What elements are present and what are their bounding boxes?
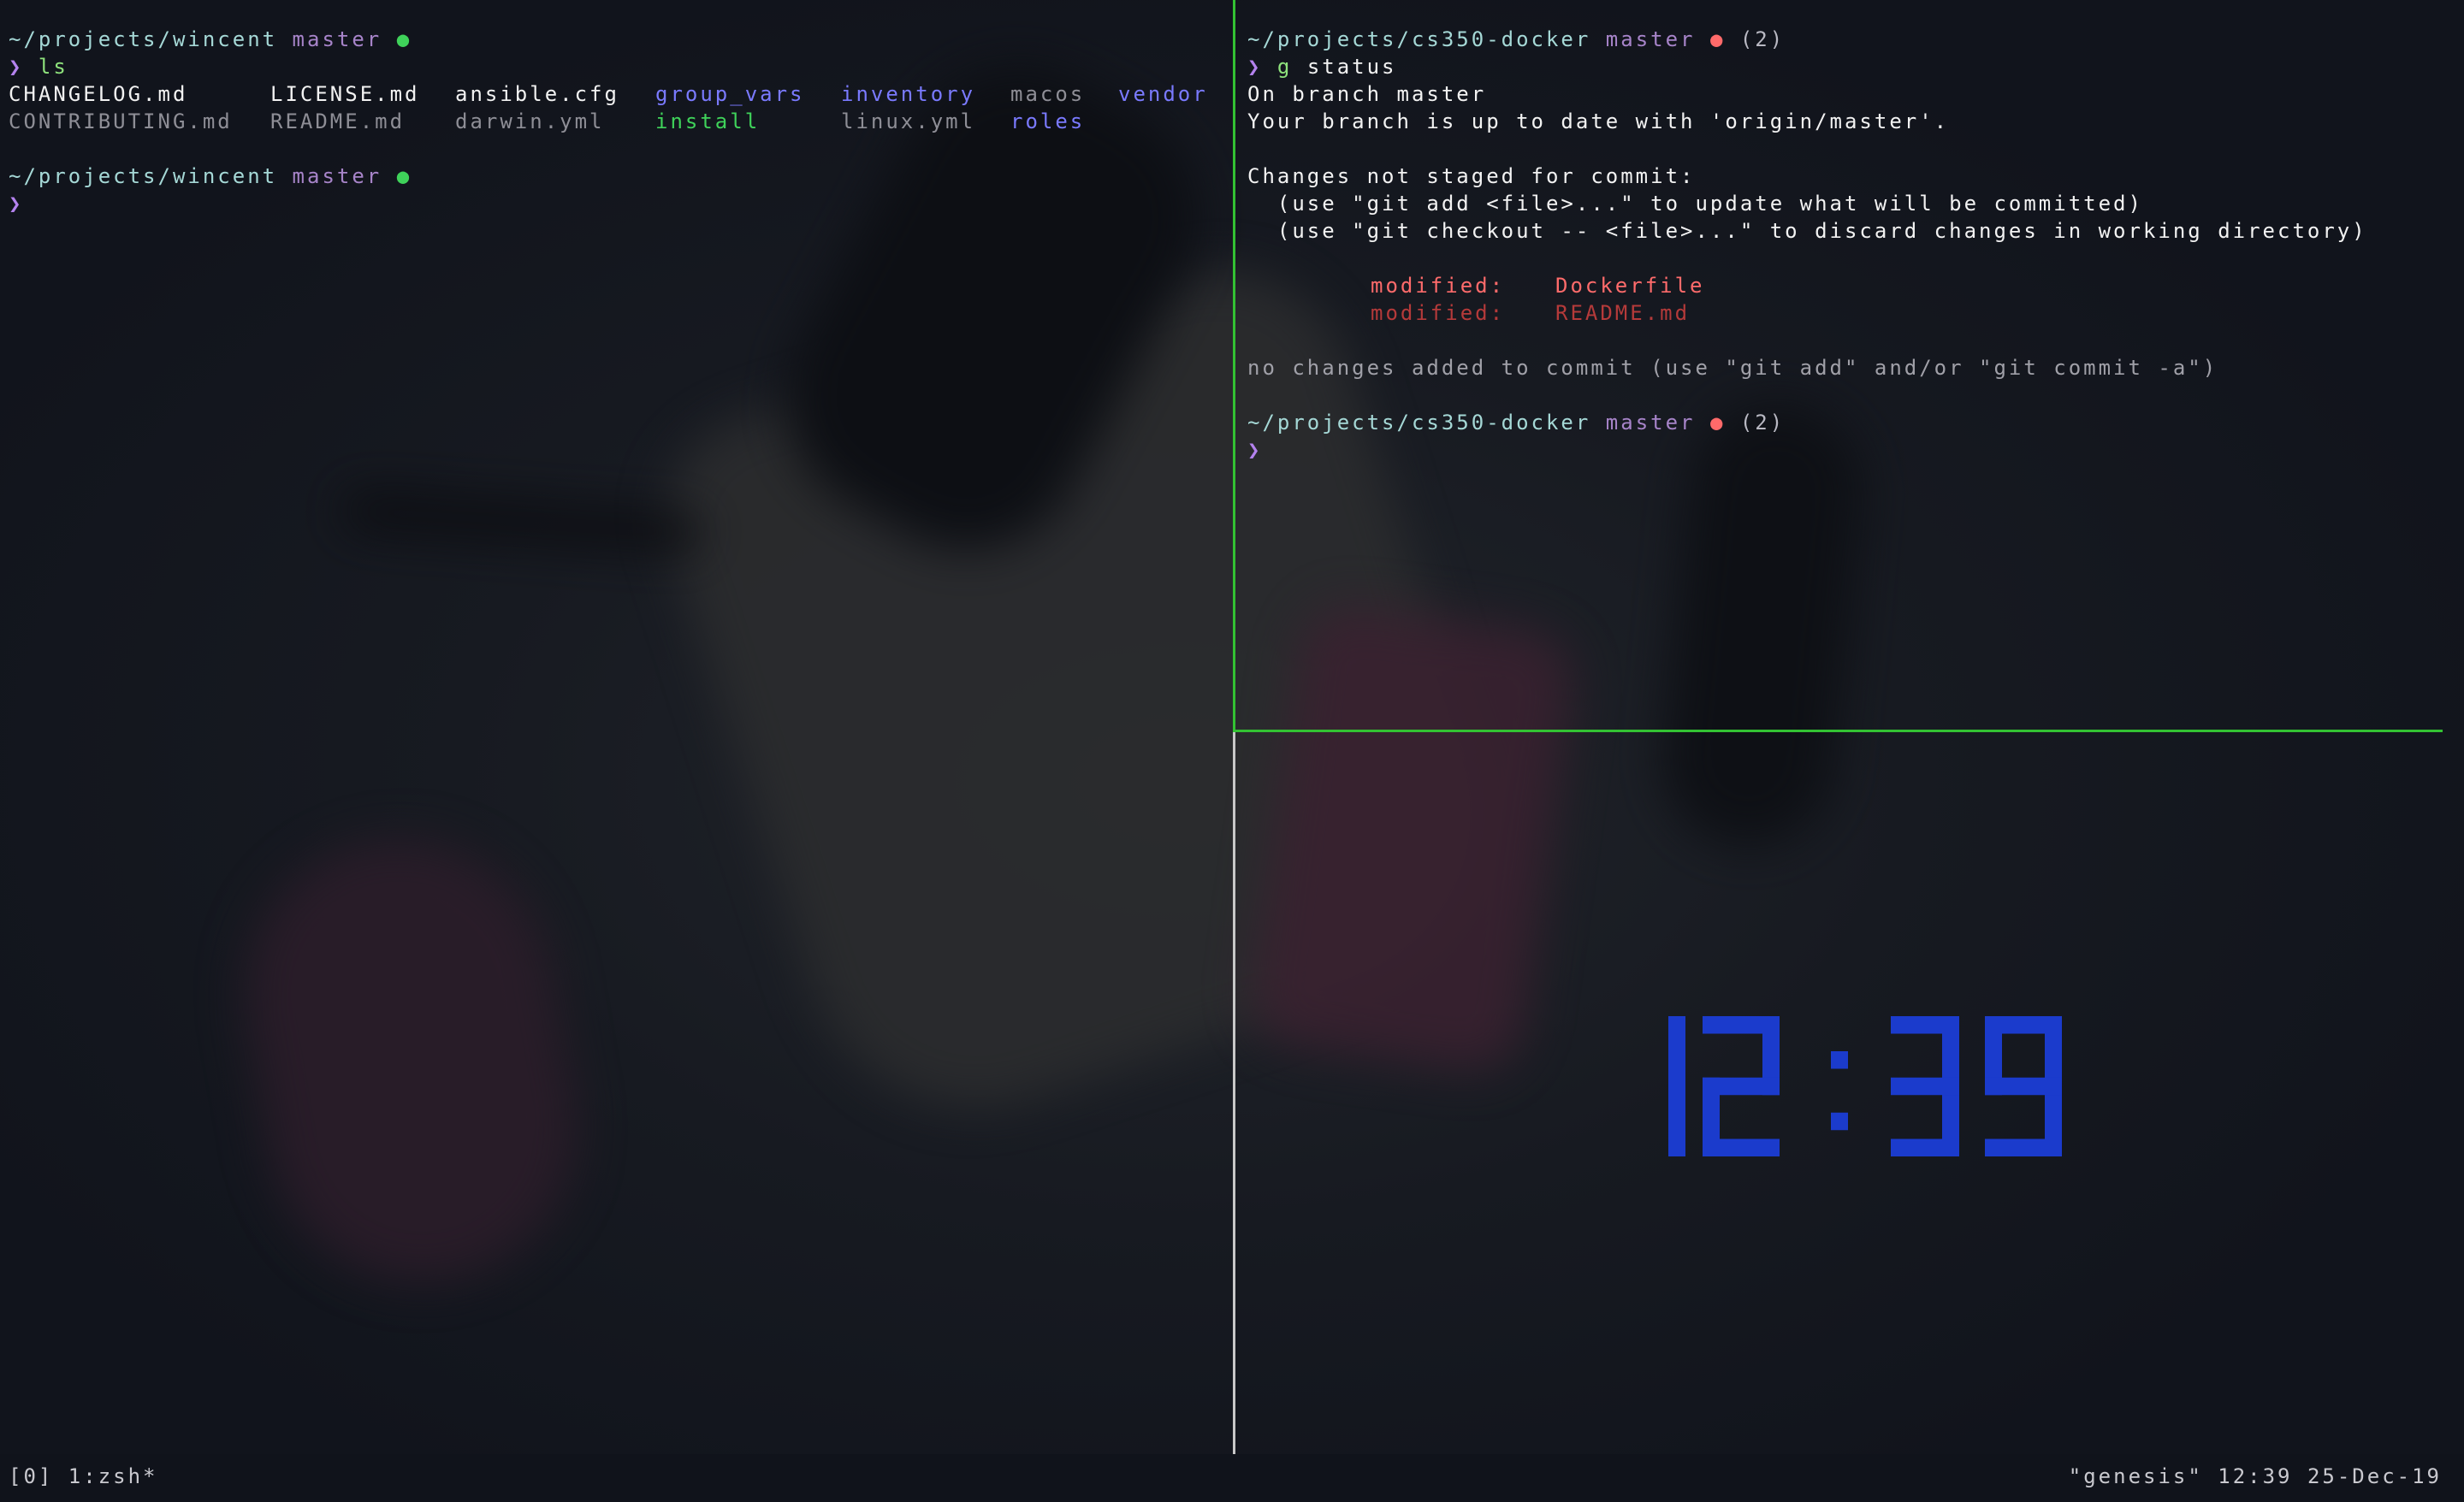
tmux-clock (1668, 1016, 2062, 1156)
prompt-caret: ❯ (1247, 438, 1263, 462)
shell-prompt: ~/projects/cs350-docker master ● (2) (1239, 26, 2454, 53)
ls-file: ansible.cfg (455, 82, 619, 106)
git-output-line: On branch master (1247, 82, 1487, 106)
command-line-active[interactable]: ❯ (0, 190, 1230, 217)
prompt-branch: master (1605, 27, 1696, 51)
git-clean-indicator: ● (396, 164, 412, 188)
modified-label: modified: (1371, 301, 1506, 325)
git-dirty-indicator: ● (1709, 411, 1726, 435)
clock-digits (1668, 1016, 2062, 1156)
prompt-branch: master (292, 164, 382, 188)
git-modified-line: modified: Dockerfile (1239, 272, 2454, 299)
prompt-branch: master (1605, 411, 1696, 435)
prompt-path: ~/projects/cs350-docker (1247, 411, 1591, 435)
command-name: g (1276, 55, 1293, 79)
git-output-line: Changes not staged for commit: (1247, 164, 1696, 188)
prompt-path: ~/projects/wincent (9, 27, 278, 51)
ls-directory: inventory (841, 82, 976, 106)
prompt-caret: ❯ (1247, 55, 1263, 79)
status-host-clock: "genesis" 12:39 25-Dec-19 (2068, 1464, 2442, 1488)
modified-file: Dockerfile (1555, 274, 1705, 298)
ls-file: CONTRIBUTING.md (9, 109, 233, 133)
command-line: ❯ ls (0, 53, 1230, 80)
tmux-status-bar: [0] 1:zsh* "genesis" 12:39 25-Dec-19 (0, 1454, 2464, 1502)
shell-prompt: ~/projects/wincent master ● (0, 26, 1230, 53)
shell-prompt: ~/projects/wincent master ● (0, 163, 1230, 190)
ls-file: darwin.yml (455, 109, 605, 133)
ls-file: linux.yml (841, 109, 976, 133)
terminal-screen: ~/projects/wincent master ● ❯ ls CHANGEL… (0, 0, 2464, 1502)
ls-file: CHANGELOG.md (9, 82, 188, 106)
pane-divider-vertical[interactable] (1233, 0, 1235, 1456)
ls-file: LICENSE.md (270, 82, 420, 106)
command-args: status (1306, 55, 1397, 79)
prompt-path: ~/projects/wincent (9, 164, 278, 188)
command-line: ❯ g status (1239, 53, 2454, 80)
git-change-count: (2) (1739, 27, 1786, 51)
ls-file: macos (1010, 82, 1086, 106)
git-modified-line: modified: README.md (1239, 299, 2454, 327)
git-output-line: (use "git add <file>..." to update what … (1247, 192, 2143, 216)
git-dirty-indicator: ● (1709, 27, 1726, 51)
git-output-line: (use "git checkout -- <file>..." to disc… (1247, 219, 2367, 243)
status-window-list[interactable]: [0] 1:zsh* (9, 1463, 158, 1490)
ls-file: README.md (270, 109, 406, 133)
git-output-line: Your branch is up to date with 'origin/m… (1247, 109, 1950, 133)
ls-output-row: CONTRIBUTING.md README.md darwin.yml ins… (0, 108, 1230, 135)
ls-directory: group_vars (655, 82, 805, 106)
git-summary-line: no changes added to commit (use "git add… (1247, 356, 2218, 380)
modified-label: modified: (1371, 274, 1506, 298)
ls-output-row: CHANGELOG.md LICENSE.md ansible.cfg grou… (0, 80, 1230, 108)
git-change-count: (2) (1739, 411, 1786, 435)
modified-file: README.md (1555, 301, 1691, 325)
command-text: ls (38, 55, 68, 79)
prompt-branch: master (292, 27, 382, 51)
git-clean-indicator: ● (396, 27, 412, 51)
pane-divider-horizontal[interactable] (1233, 730, 2443, 732)
prompt-caret: ❯ (9, 192, 24, 216)
prompt-path: ~/projects/cs350-docker (1247, 27, 1591, 51)
ls-executable: install (655, 109, 761, 133)
shell-prompt: ~/projects/cs350-docker master ● (2) (1239, 409, 2454, 436)
prompt-caret: ❯ (9, 55, 24, 79)
command-line-active[interactable]: ❯ (1239, 436, 2454, 464)
ls-directory: vendor (1118, 82, 1208, 106)
tmux-pane-left[interactable]: ~/projects/wincent master ● ❯ ls CHANGEL… (0, 26, 1230, 1454)
ls-directory: roles (1010, 109, 1086, 133)
tmux-pane-right-top[interactable]: ~/projects/cs350-docker master ● (2) ❯ g… (1239, 26, 2454, 727)
